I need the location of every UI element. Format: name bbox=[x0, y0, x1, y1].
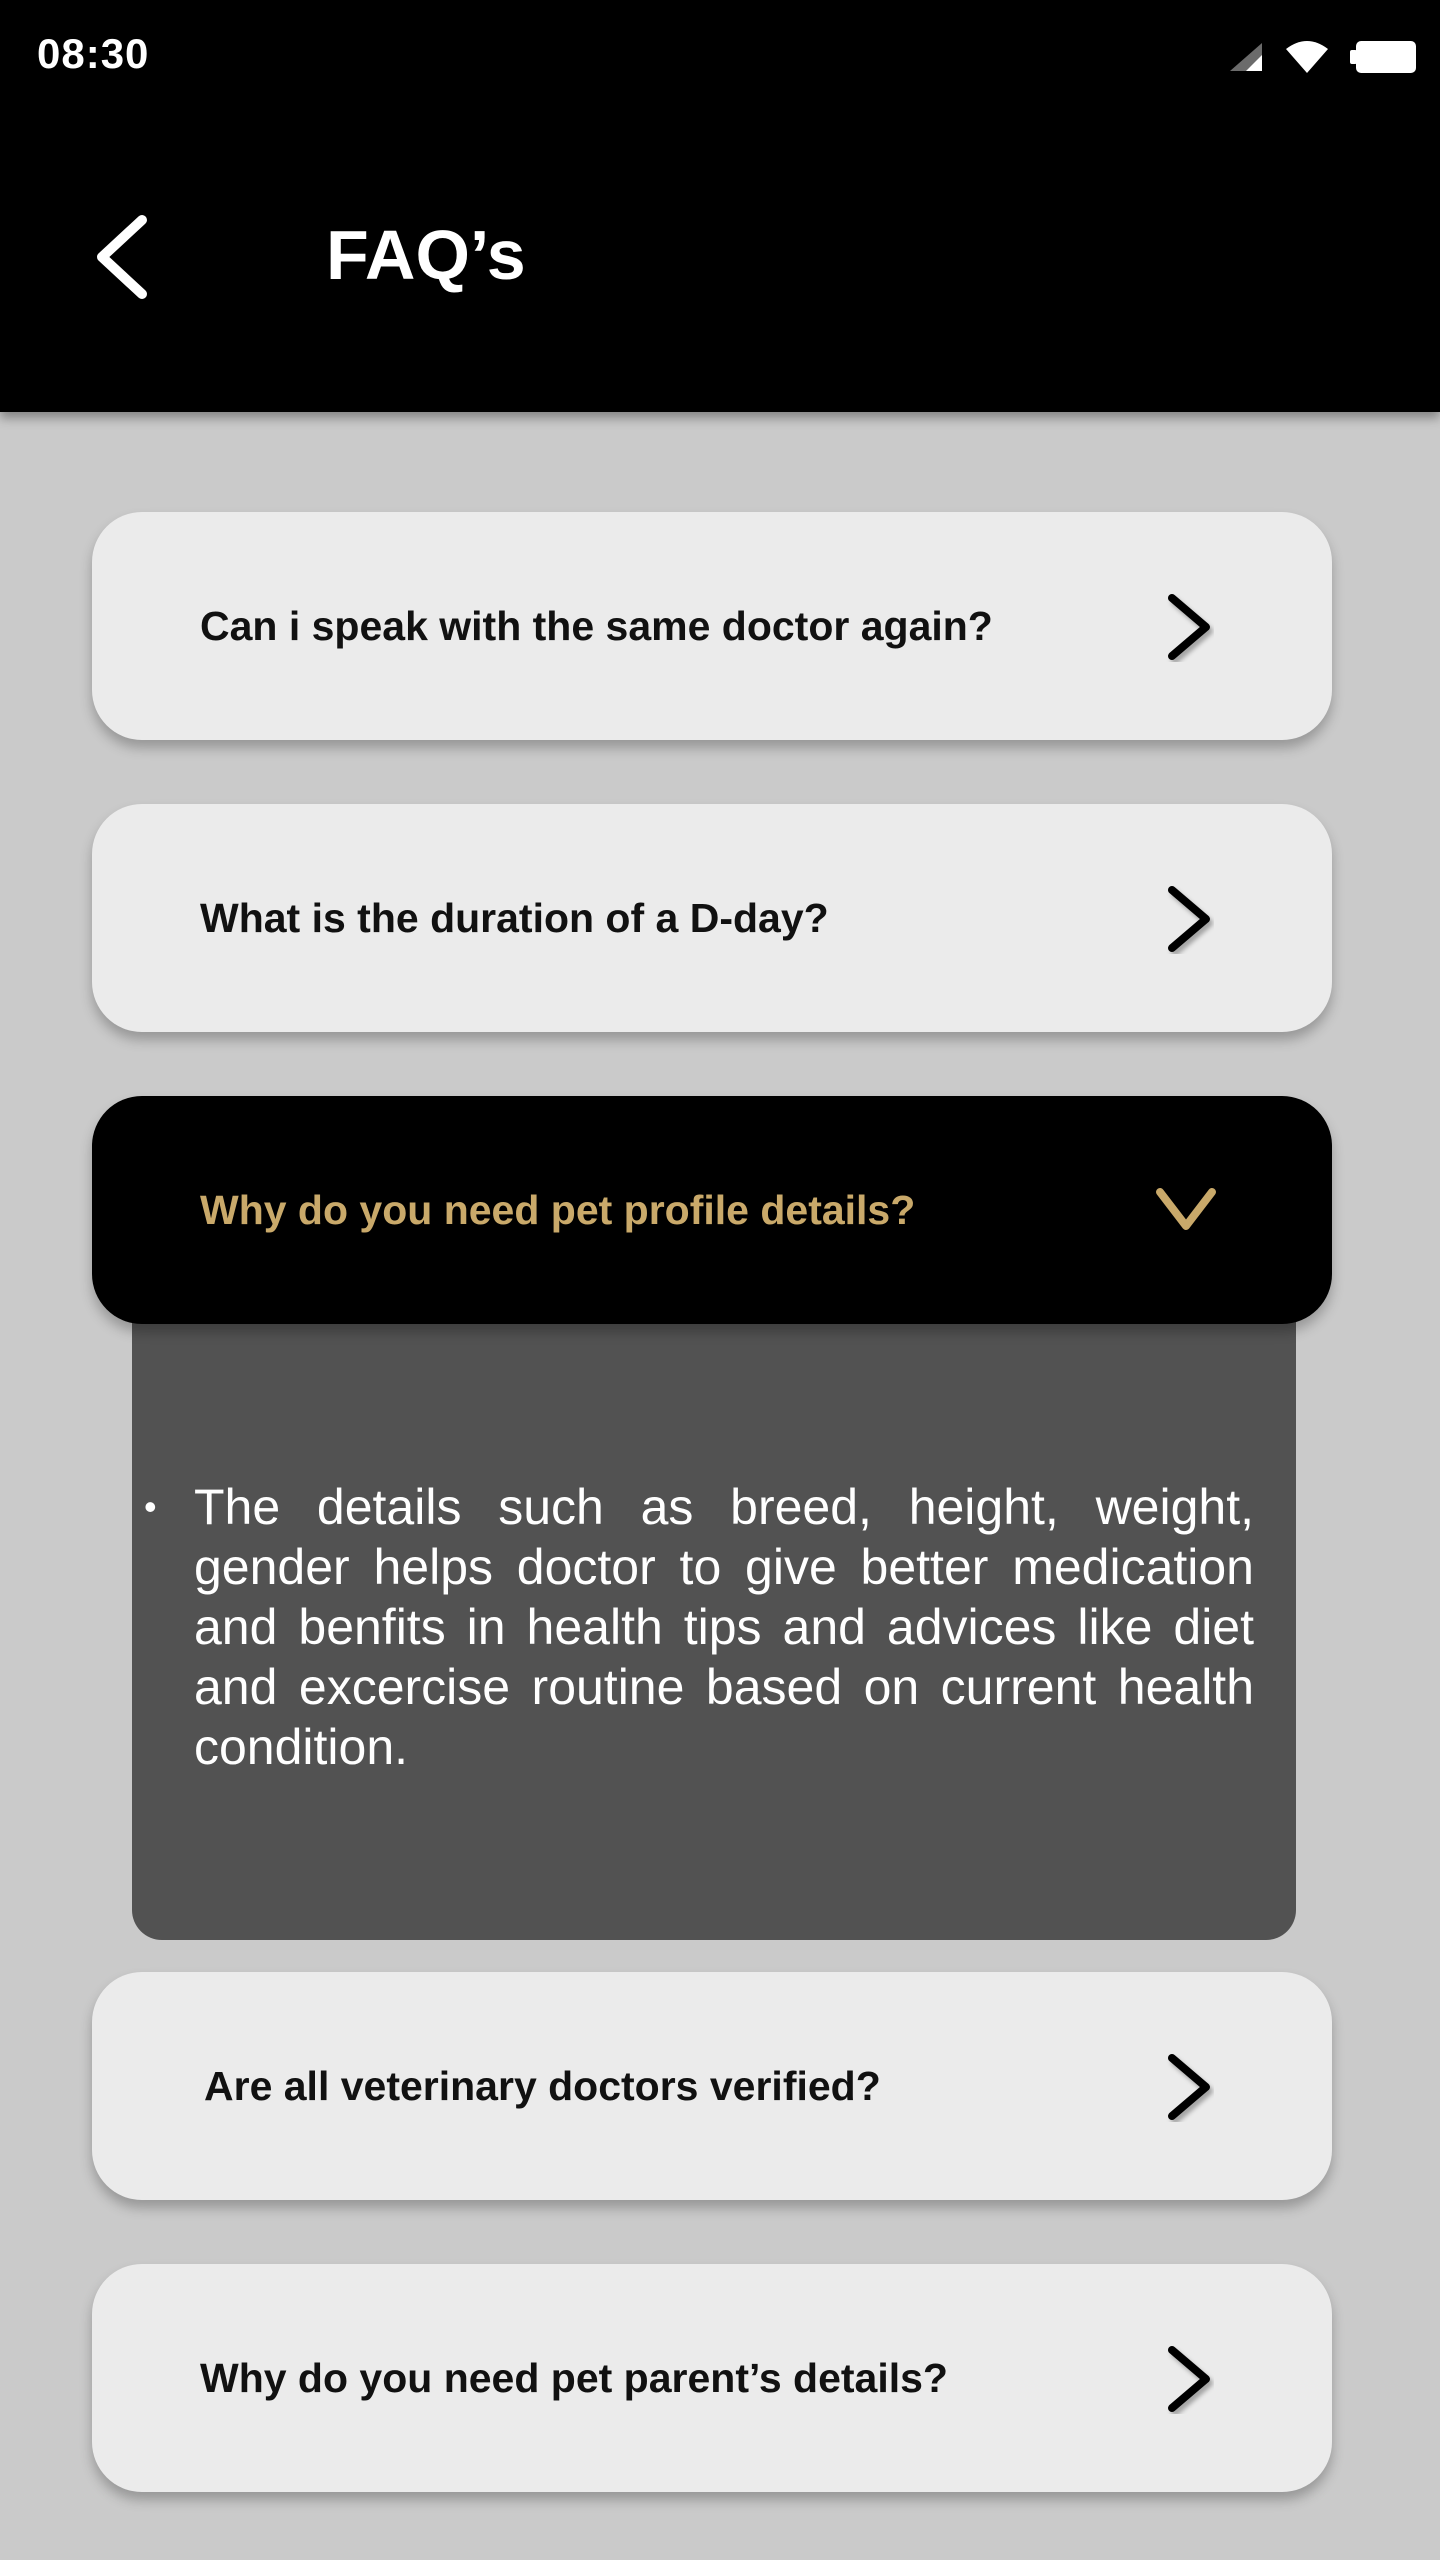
chevron-right-icon bbox=[1168, 2054, 1210, 2120]
faq-answer-panel: The details such as breed, height, weigh… bbox=[132, 1295, 1296, 1940]
faq-item[interactable]: Why do you need pet parent’s details? bbox=[92, 2264, 1332, 2492]
faq-question: Why do you need pet parent’s details? bbox=[200, 2354, 948, 2401]
faq-item[interactable]: Can i speak with the same doctor again? bbox=[92, 512, 1332, 740]
status-time: 08:30 bbox=[37, 30, 150, 77]
faq-item[interactable]: Are all veterinary doctors verified? bbox=[92, 1972, 1332, 2200]
chevron-right-icon bbox=[1168, 886, 1210, 952]
faq-answer-text: The details such as breed, height, weigh… bbox=[144, 1477, 1254, 1777]
battery-icon bbox=[1350, 41, 1416, 73]
signal-icon bbox=[1230, 43, 1262, 71]
faq-item[interactable]: What is the duration of a D-day? bbox=[92, 804, 1332, 1032]
faq-question: Are all veterinary doctors verified? bbox=[204, 2062, 881, 2109]
wifi-icon bbox=[1286, 41, 1328, 73]
faq-question: What is the duration of a D-day? bbox=[200, 894, 829, 941]
chevron-right-icon bbox=[1168, 594, 1210, 660]
faq-item-expanded[interactable]: Why do you need pet profile details? bbox=[92, 1096, 1332, 1324]
chevron-left-icon[interactable] bbox=[90, 212, 160, 302]
faq-question: Can i speak with the same doctor again? bbox=[200, 602, 993, 649]
chevron-right-icon bbox=[1168, 2346, 1210, 2412]
chevron-down-icon bbox=[1156, 1188, 1216, 1230]
app-bar: FAQ’s bbox=[0, 112, 1440, 412]
page-title: FAQ’s bbox=[326, 216, 526, 294]
status-bar: 08:30 bbox=[0, 0, 1440, 112]
faq-question: Why do you need pet profile details? bbox=[200, 1186, 916, 1233]
status-icons bbox=[1228, 36, 1418, 78]
